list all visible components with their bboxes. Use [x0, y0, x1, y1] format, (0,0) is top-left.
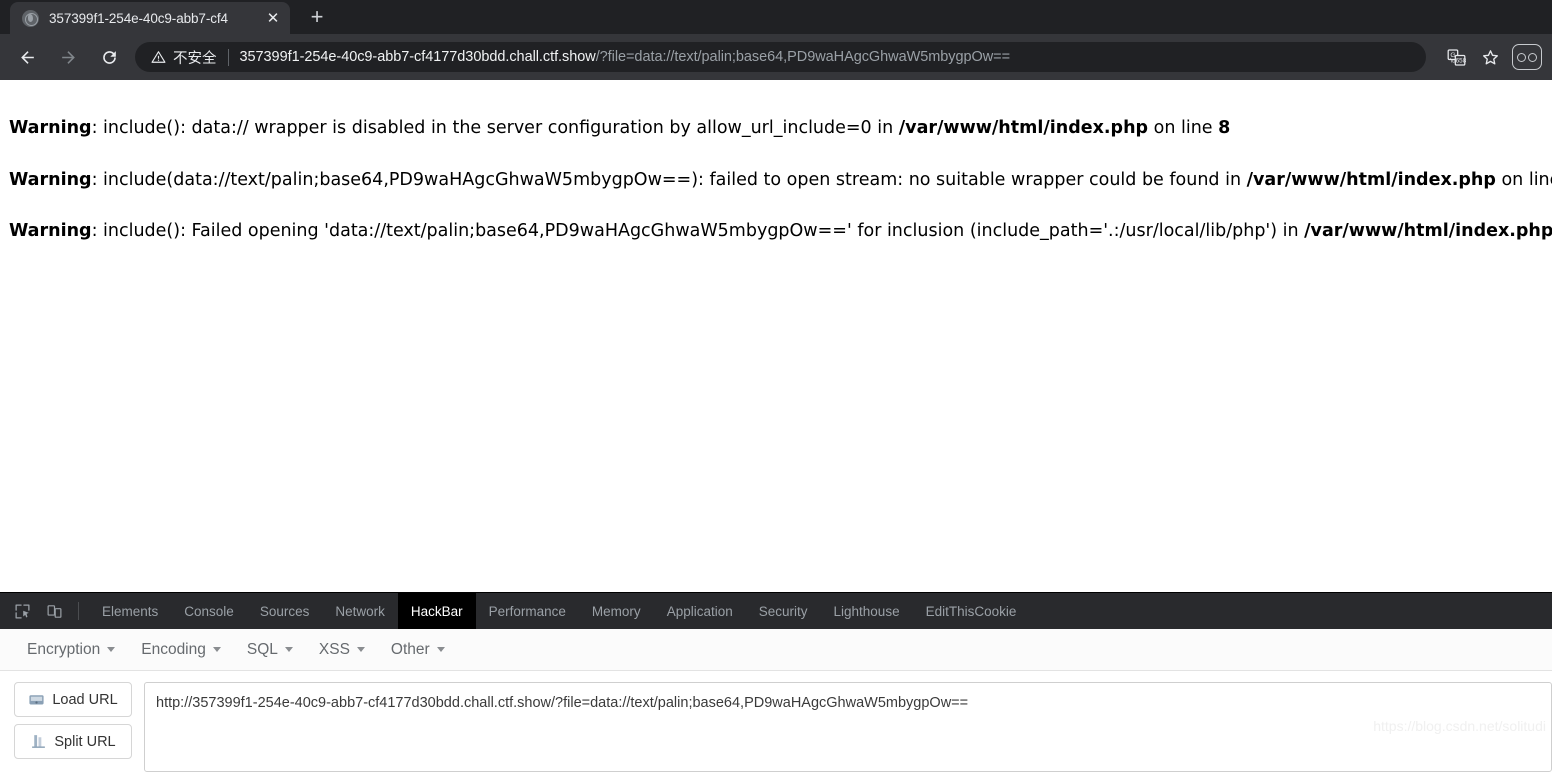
menu-other-label: Other — [390, 640, 430, 658]
url-host: 357399f1-254e-40c9-abb7-cf4177d30bdd.cha… — [239, 49, 596, 65]
url-path: /?file=data://text/palin;base64,PD9waHAg… — [595, 49, 1010, 65]
warning-file-1: /var/www/html/index.php — [898, 118, 1149, 138]
warning-label-2: Warning — [9, 169, 92, 190]
menu-encoding[interactable]: Encoding — [128, 635, 234, 665]
hackbar-menubar: Encryption Encoding SQL XSS Other — [0, 629, 1552, 671]
browser-tab[interactable]: 357399f1-254e-40c9-abb7-cf4 ✕ — [10, 2, 290, 34]
warning-body-2: : include(data://text/palin;base64,PD9wa… — [91, 169, 1247, 190]
tab-strip: 357399f1-254e-40c9-abb7-cf4 ✕ + — [0, 0, 1552, 34]
warning-body-1: : include(): data:// wrapper is disabled… — [91, 118, 899, 138]
chevron-down-icon — [356, 647, 365, 652]
menu-encryption[interactable]: Encryption — [14, 635, 128, 665]
devtools-toolbar-divider — [78, 602, 79, 620]
load-url-label: Load URL — [52, 691, 118, 708]
php-warning-2: Warning: include(data://text/palin;base6… — [0, 169, 1552, 190]
tab-editthiscookie[interactable]: EditThisCookie — [913, 593, 1030, 629]
url-display: 357399f1-254e-40c9-abb7-cf4177d30bdd.cha… — [240, 49, 1011, 65]
tab-console[interactable]: Console — [171, 593, 247, 629]
menu-encryption-label: Encryption — [27, 640, 101, 658]
warning-line-no-1: 8 — [1218, 118, 1231, 138]
svg-text:\u6587: \u6587 — [1450, 57, 1466, 64]
tab-performance[interactable]: Performance — [476, 593, 579, 629]
extension-dot-left — [1517, 52, 1526, 62]
devtools-tabbar: Elements Console Sources Network HackBar… — [0, 593, 1552, 629]
chevron-down-icon — [107, 647, 116, 652]
inspect-element-icon[interactable] — [9, 598, 35, 624]
tab-title: 357399f1-254e-40c9-abb7-cf4 — [49, 10, 228, 26]
url-input[interactable]: http://357399f1-254e-40c9-abb7-cf4177d30… — [144, 682, 1552, 772]
load-url-icon — [28, 691, 45, 708]
star-icon[interactable] — [1476, 43, 1504, 71]
browser-toolbar: 不安全 357399f1-254e-40c9-abb7-cf4177d30bdd… — [0, 34, 1552, 80]
menu-sql-label: SQL — [246, 640, 278, 658]
tab-sources[interactable]: Sources — [247, 593, 323, 629]
menu-encoding-label: Encoding — [141, 640, 206, 658]
extension-icon[interactable] — [1512, 44, 1542, 70]
tab-elements[interactable]: Elements — [89, 593, 171, 629]
menu-xss[interactable]: XSS — [306, 635, 378, 665]
php-warning-1: Warning: include(): data:// wrapper is d… — [0, 118, 1552, 138]
not-secure-warning-icon[interactable] — [151, 50, 166, 64]
tab-application[interactable]: Application — [654, 593, 746, 629]
tab-hackbar[interactable]: HackBar — [397, 593, 476, 629]
browser-chrome: 357399f1-254e-40c9-abb7-cf4 ✕ + 不安全 3573… — [0, 0, 1552, 80]
omnibox[interactable]: 不安全 357399f1-254e-40c9-abb7-cf4177d30bdd… — [135, 42, 1426, 72]
globe-icon — [22, 9, 39, 27]
hackbar-body: Load URL Split URL http://357399f1-254e-… — [0, 671, 1552, 772]
split-url-icon — [30, 733, 47, 750]
warning-label-1: Warning — [9, 118, 92, 138]
reload-button[interactable] — [94, 42, 124, 72]
load-url-button[interactable]: Load URL — [14, 682, 132, 717]
extension-dot-right — [1528, 52, 1537, 62]
warning-mid-1: on line — [1148, 118, 1219, 138]
menu-xss-label: XSS — [318, 640, 350, 658]
split-url-label: Split URL — [54, 733, 116, 750]
page-content: Warning: include(): data:// wrapper is d… — [0, 80, 1552, 592]
hackbar-button-column: Load URL Split URL — [14, 682, 132, 772]
menu-other[interactable]: Other — [378, 635, 458, 665]
chevron-down-icon — [436, 647, 445, 652]
php-warning-3: Warning: include(): Failed opening 'data… — [0, 221, 1552, 241]
chevron-down-icon — [284, 647, 293, 652]
security-status-label: 不安全 — [173, 50, 217, 67]
device-toolbar-icon[interactable] — [41, 598, 67, 624]
devtools-panel: Elements Console Sources Network HackBar… — [0, 592, 1552, 772]
omnibox-divider — [227, 48, 229, 66]
warning-label-3: Warning — [9, 221, 92, 241]
warning-body-3: : include(): Failed opening 'data://text… — [91, 221, 1305, 241]
warning-file-3: /var/www/html/index.php — [1304, 221, 1552, 241]
menu-sql[interactable]: SQL — [234, 635, 306, 665]
warning-mid-2: on line — [1501, 169, 1552, 190]
close-icon[interactable]: ✕ — [262, 7, 284, 29]
tab-security[interactable]: Security — [746, 593, 821, 629]
chevron-down-icon — [212, 647, 221, 652]
translate-icon[interactable]: G \u6587 — [1442, 43, 1470, 71]
tab-memory[interactable]: Memory — [579, 593, 654, 629]
forward-button[interactable] — [53, 42, 83, 72]
back-button[interactable] — [12, 42, 42, 72]
new-tab-button[interactable]: + — [302, 2, 332, 32]
tab-network[interactable]: Network — [322, 593, 398, 629]
split-url-button[interactable]: Split URL — [14, 724, 132, 759]
warning-file-2: /var/www/html/index.php — [1246, 169, 1496, 190]
tab-lighthouse[interactable]: Lighthouse — [821, 593, 913, 629]
hackbar-pane: Encryption Encoding SQL XSS Other Load U… — [0, 629, 1552, 772]
